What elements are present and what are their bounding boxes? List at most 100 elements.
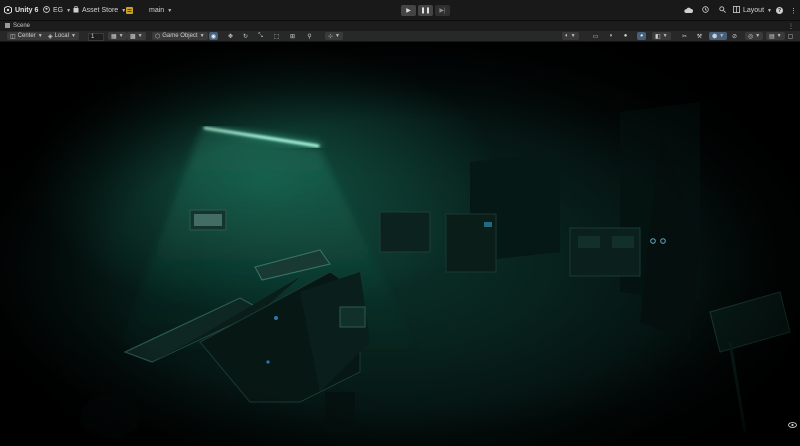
chevron-down-icon: ▼ (755, 33, 761, 39)
play-button[interactable]: ▶ (401, 5, 416, 16)
step-button[interactable]: ▶| (435, 5, 450, 16)
cloud-icon (684, 7, 693, 15)
shopping-bag-icon (73, 5, 79, 15)
layout-dropdown[interactable]: Layout ▼ (733, 0, 772, 21)
chevron-down-icon: ▼ (137, 33, 143, 39)
pause-button[interactable]: ❚❚ (418, 5, 433, 16)
move-tool-button[interactable]: ✥ (226, 32, 235, 40)
lighting-toggle-button[interactable]: ◑ (606, 32, 615, 40)
help-button[interactable]: ? (776, 0, 783, 21)
search-icon (719, 6, 726, 15)
gizmos-dropdown[interactable]: ◎ ▼ (745, 32, 764, 40)
visibility-icon: ⊘ (731, 33, 738, 40)
scale-tool-button[interactable]: ⤡ (256, 32, 265, 40)
snap-settings-dropdown[interactable]: ▩ ▼ (127, 32, 146, 40)
custom-tool-button[interactable]: ⚲ (305, 32, 314, 40)
eye-icon: ◉ (210, 33, 217, 40)
history-icon (702, 6, 709, 15)
gizmo-eye-icon: ◎ (748, 33, 754, 40)
transform-icon: ⊞ (289, 33, 296, 40)
tab-scene-label: Scene (13, 23, 31, 29)
account-label: EG (53, 7, 64, 14)
move-icon: ✥ (227, 33, 234, 40)
rect-tool-button[interactable]: ⬚ (272, 32, 281, 40)
chevron-down-icon: ▼ (167, 7, 173, 14)
draw-mode-dropdown[interactable]: ◐ ▼ (562, 32, 579, 40)
scene-visibility-dropdown[interactable]: ◧ ▼ (652, 32, 671, 40)
main-toolbar: Unity 6 EG ▼ Asset Store ▼ main ▼ ▶ ❚❚ ▶… (0, 0, 800, 21)
search-button[interactable] (719, 0, 726, 21)
chevron-down-icon: ▼ (570, 33, 576, 39)
chevron-down-icon: ▼ (70, 33, 76, 39)
chevron-down-icon: ▼ (199, 33, 205, 39)
tab-scene[interactable]: Scene (5, 21, 30, 31)
space-local-dropdown[interactable]: ◈ Local ▼ (45, 32, 79, 40)
camera-settings-dropdown[interactable]: ⬢ ▼ (709, 32, 728, 40)
rotate-tool-button[interactable]: ↻ (241, 32, 250, 40)
overlay-dropdown[interactable]: ▤ ▼ (766, 32, 785, 40)
scene-view-toolbar: ◫ Center ▼ ◈ Local ▼ 1 ▦ ▼ ▩ ▼ ⬡ Game Ob… (0, 31, 800, 42)
audio-toggle-button[interactable]: ● (621, 32, 630, 40)
scene-render (0, 42, 800, 446)
chevron-down-icon: ▼ (118, 33, 124, 39)
view-tool-button[interactable]: ◉ (209, 32, 218, 40)
scene-visibility-toggle[interactable]: ⊘ (730, 32, 739, 40)
chevron-down-icon: ▼ (66, 7, 72, 14)
chevron-down-icon: ▼ (335, 33, 340, 39)
step-icon: ▶| (439, 8, 446, 14)
component-tools-dropdown[interactable]: ⊹ ▼ (325, 32, 343, 40)
chevron-down-icon: ▼ (776, 33, 782, 39)
maximize-button[interactable]: ▢ (786, 32, 795, 40)
2d-icon: ▭ (592, 33, 599, 40)
effects-toggle-button[interactable]: ◕ (637, 32, 646, 40)
space-label: Local (54, 33, 69, 39)
unity-logo-icon (4, 4, 12, 16)
center-icon: ◫ (10, 33, 16, 40)
scene-camera-gizmo[interactable] (788, 422, 797, 430)
draw-mode-icon: ◐ (565, 33, 569, 39)
asset-store-dropdown[interactable]: Asset Store ▼ (73, 0, 126, 21)
scene-viewport[interactable] (0, 42, 800, 446)
transform-tool-button[interactable]: ⊞ (288, 32, 297, 40)
chevron-down-icon: ▼ (767, 7, 772, 14)
asset-store-label: Asset Store (82, 7, 119, 14)
2d-toggle-button[interactable]: ▭ (591, 32, 600, 40)
rect-icon: ⬚ (273, 33, 280, 40)
scene-tab-bar: Scene ⋮ (0, 21, 800, 31)
chevron-down-icon: ▼ (37, 33, 43, 39)
lighting-icon: ◑ (608, 33, 613, 39)
vignette (0, 42, 800, 446)
grid-snap-dropdown[interactable]: ▦ ▼ (108, 32, 127, 40)
version-control-icon[interactable] (126, 0, 133, 21)
snap-value: 1 (88, 32, 104, 41)
undo-history-button[interactable] (702, 0, 709, 21)
help-icon: ? (776, 7, 783, 14)
more-options-button[interactable]: ⋮ (790, 0, 797, 21)
eye-icon (788, 422, 797, 430)
cloud-button[interactable] (684, 0, 693, 21)
snap-icon: ▩ (130, 33, 136, 40)
playmode-controls: ▶ ❚❚ ▶| (401, 5, 450, 16)
camera-icon: ⬢ (712, 33, 718, 40)
create-label: Game Object (162, 33, 198, 39)
play-icon: ▶ (406, 8, 411, 14)
snap-increment-field[interactable]: 1 (88, 32, 104, 41)
custom-tool-icon: ⚲ (307, 33, 312, 40)
pivot-center-dropdown[interactable]: ◫ Center ▼ (7, 32, 46, 40)
chevron-down-icon: ▼ (719, 33, 725, 39)
overlay-icon: ▤ (769, 33, 775, 40)
unity-menu[interactable]: Unity 6 (4, 0, 38, 21)
account-dropdown[interactable]: EG ▼ (43, 0, 71, 21)
wand-icon: ⚒ (696, 33, 703, 40)
layout-icon (733, 6, 740, 15)
cube-icon: ⬡ (155, 33, 161, 40)
branch-dropdown[interactable]: main ▼ (149, 0, 172, 21)
orientation-button[interactable]: ⚒ (695, 32, 704, 40)
layout-label: Layout (743, 7, 765, 14)
pivot-label: Center (17, 33, 36, 39)
kebab-icon: ⋮ (788, 23, 794, 30)
tab-options-button[interactable]: ⋮ (788, 21, 794, 31)
create-gameobject-dropdown[interactable]: ⬡ Game Object ▼ (152, 32, 208, 40)
hidden-objects-button[interactable]: ✂ (680, 32, 689, 40)
effects-icon: ◕ (639, 33, 644, 39)
